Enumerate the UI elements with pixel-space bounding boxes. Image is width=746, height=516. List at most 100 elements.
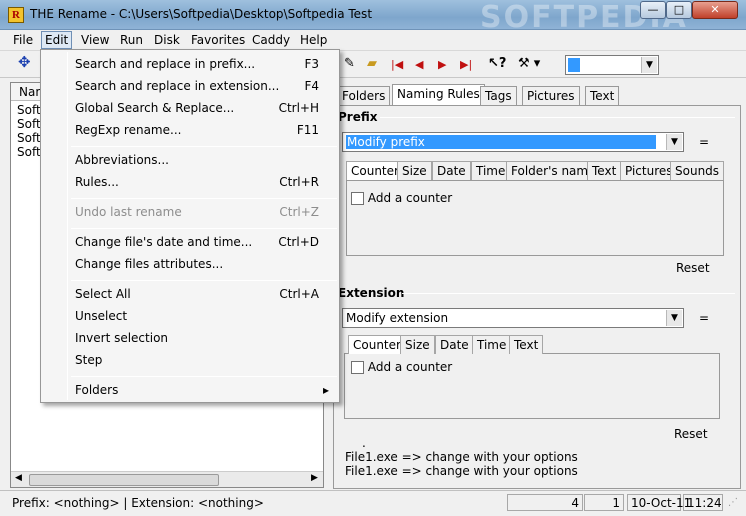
resize-grip-icon[interactable]: ⋰: [728, 497, 738, 508]
add-counter-checkbox[interactable]: [351, 192, 364, 205]
extension-options-box: Add a counter: [344, 353, 720, 419]
menu-item-label: Search and replace in prefix...: [75, 57, 256, 71]
menu-separator: [71, 280, 337, 281]
menu-run[interactable]: Run: [117, 32, 146, 48]
extension-combo-value: Modify extension: [346, 311, 449, 325]
menu-item-invert-selection[interactable]: Invert selection: [41, 329, 339, 349]
submenu-arrow-icon: ▸: [322, 383, 329, 397]
first-icon[interactable]: |◀: [391, 57, 403, 73]
menu-edit[interactable]: Edit: [41, 31, 73, 49]
subtab-counter[interactable]: Counter: [348, 335, 406, 354]
subtab-text[interactable]: Text: [587, 161, 622, 180]
menu-item-unselect[interactable]: Unselect: [41, 307, 339, 327]
menu-item-shortcut: F11: [296, 123, 319, 137]
menu-item-label: Rules...: [75, 175, 119, 189]
tools-icon[interactable]: ⚒ ▾: [518, 56, 540, 72]
menu-view[interactable]: View: [78, 32, 112, 48]
menu-bar: File Edit View Run Disk Favorites Caddy …: [0, 30, 746, 50]
subtab-text[interactable]: Text: [509, 335, 544, 354]
menu-item-rules[interactable]: Rules... Ctrl+R: [41, 173, 339, 193]
menu-caddy[interactable]: Caddy: [249, 32, 293, 48]
prefix-counter-option[interactable]: Add a counter: [351, 191, 452, 205]
prefix-combo-value: Modify prefix: [346, 135, 656, 149]
menu-item-step[interactable]: Step: [41, 351, 339, 371]
menu-favorites[interactable]: Favorites: [188, 32, 248, 48]
toolbar-combo[interactable]: ▼: [565, 55, 659, 75]
subtab-date[interactable]: Date: [435, 335, 474, 354]
add-counter-label: Add a counter: [367, 360, 453, 374]
pen-icon[interactable]: ✎: [344, 56, 355, 72]
status-date: 10-Oct-11: [627, 494, 691, 511]
menu-item-abbreviations[interactable]: Abbreviations...: [41, 151, 339, 171]
tab-text[interactable]: Text: [585, 86, 620, 106]
menu-item-label: RegExp rename...: [75, 123, 182, 137]
menu-file[interactable]: File: [10, 32, 36, 48]
scroll-left-icon[interactable]: ◀: [15, 473, 22, 483]
menu-help[interactable]: Help: [297, 32, 330, 48]
title-bar[interactable]: SOFTPEDIA R THE Rename - C:\Users\Softpe…: [0, 0, 746, 35]
app-icon[interactable]: R: [8, 7, 24, 23]
edit-menu: Search and replace in prefix... F3 Searc…: [40, 49, 340, 403]
status-count-1: 4: [507, 494, 583, 511]
status-bar: Prefix: <nothing> | Extension: <nothing>…: [0, 490, 746, 516]
menu-separator: [71, 146, 337, 147]
menu-item-change-date-time[interactable]: Change file's date and time... Ctrl+D: [41, 233, 339, 253]
tab-folders[interactable]: Folders: [337, 86, 391, 106]
eraser-icon[interactable]: ▰: [367, 56, 377, 72]
menu-item-shortcut: Ctrl+D: [278, 235, 319, 249]
maximize-button[interactable]: □: [666, 1, 692, 19]
extension-title: Extension: [338, 286, 405, 300]
prefix-combo[interactable]: Modify prefix ▼: [342, 132, 684, 152]
preview-dot: .: [362, 436, 366, 450]
tab-pictures[interactable]: Pictures: [522, 86, 580, 106]
extension-combo[interactable]: Modify extension ▼: [342, 308, 684, 328]
menu-item-folders[interactable]: Folders ▸: [41, 381, 339, 401]
subtab-sounds[interactable]: Sounds: [670, 161, 725, 180]
subtab-pictures[interactable]: Pictures: [620, 161, 678, 180]
menu-item-shortcut: F4: [304, 79, 319, 93]
menu-item-label: Change file's date and time...: [75, 235, 253, 249]
minimize-button[interactable]: —: [640, 1, 666, 19]
horizontal-scrollbar[interactable]: ◀ ▶: [11, 471, 323, 487]
menu-item-label: Abbreviations...: [75, 153, 169, 167]
menu-item-label: Global Search & Replace...: [75, 101, 235, 115]
close-button[interactable]: ✕: [692, 1, 738, 19]
menu-item-global-search-replace[interactable]: Global Search & Replace... Ctrl+H: [41, 99, 339, 119]
menu-item-search-replace-extension[interactable]: Search and replace in extension... F4: [41, 77, 339, 97]
help-cursor-icon[interactable]: ↖?: [488, 56, 506, 72]
window-title: THE Rename - C:\Users\Softpedia\Desktop\…: [30, 7, 373, 21]
scrollbar-thumb[interactable]: [29, 474, 219, 486]
status-count-2: 1: [584, 494, 624, 511]
extension-reset-button[interactable]: Reset: [674, 427, 708, 441]
subtab-time[interactable]: Time: [471, 161, 511, 180]
chevron-down-icon[interactable]: ▼: [666, 310, 682, 326]
tab-tags[interactable]: Tags: [480, 86, 517, 106]
menu-item-label: Select All: [75, 287, 131, 301]
prefix-options-box: Add a counter: [346, 180, 724, 256]
scroll-right-icon[interactable]: ▶: [311, 473, 318, 483]
menu-item-label: Step: [75, 353, 103, 367]
last-icon[interactable]: ▶|: [460, 57, 472, 73]
menu-item-select-all[interactable]: Select All Ctrl+A: [41, 285, 339, 305]
chevron-down-icon[interactable]: ▼: [641, 57, 657, 73]
menu-item-shortcut: Ctrl+A: [279, 287, 319, 301]
menu-item-search-replace-prefix[interactable]: Search and replace in prefix... F3: [41, 55, 339, 75]
subtab-date[interactable]: Date: [432, 161, 471, 180]
menu-separator: [71, 198, 337, 199]
subtab-size[interactable]: Size: [397, 161, 432, 180]
add-counter-checkbox[interactable]: [351, 361, 364, 374]
subtab-counter[interactable]: Counter: [346, 161, 404, 180]
next-icon[interactable]: ▶: [438, 57, 446, 73]
tab-naming-rules[interactable]: Naming Rules: [392, 84, 485, 106]
menu-disk[interactable]: Disk: [151, 32, 183, 48]
move-arrows-icon[interactable]: ✥: [18, 54, 31, 70]
subtab-time[interactable]: Time: [472, 335, 512, 354]
prefix-reset-button[interactable]: Reset: [676, 261, 710, 275]
menu-item-change-attributes[interactable]: Change files attributes...: [41, 255, 339, 275]
subtab-size[interactable]: Size: [400, 335, 435, 354]
menu-item-regexp-rename[interactable]: RegExp rename... F11: [41, 121, 339, 141]
chevron-down-icon[interactable]: ▼: [666, 134, 682, 150]
extension-counter-option[interactable]: Add a counter: [351, 360, 452, 374]
prev-icon[interactable]: ◀: [415, 57, 423, 73]
preview-line-1: File1.exe => change with your options: [345, 450, 578, 464]
